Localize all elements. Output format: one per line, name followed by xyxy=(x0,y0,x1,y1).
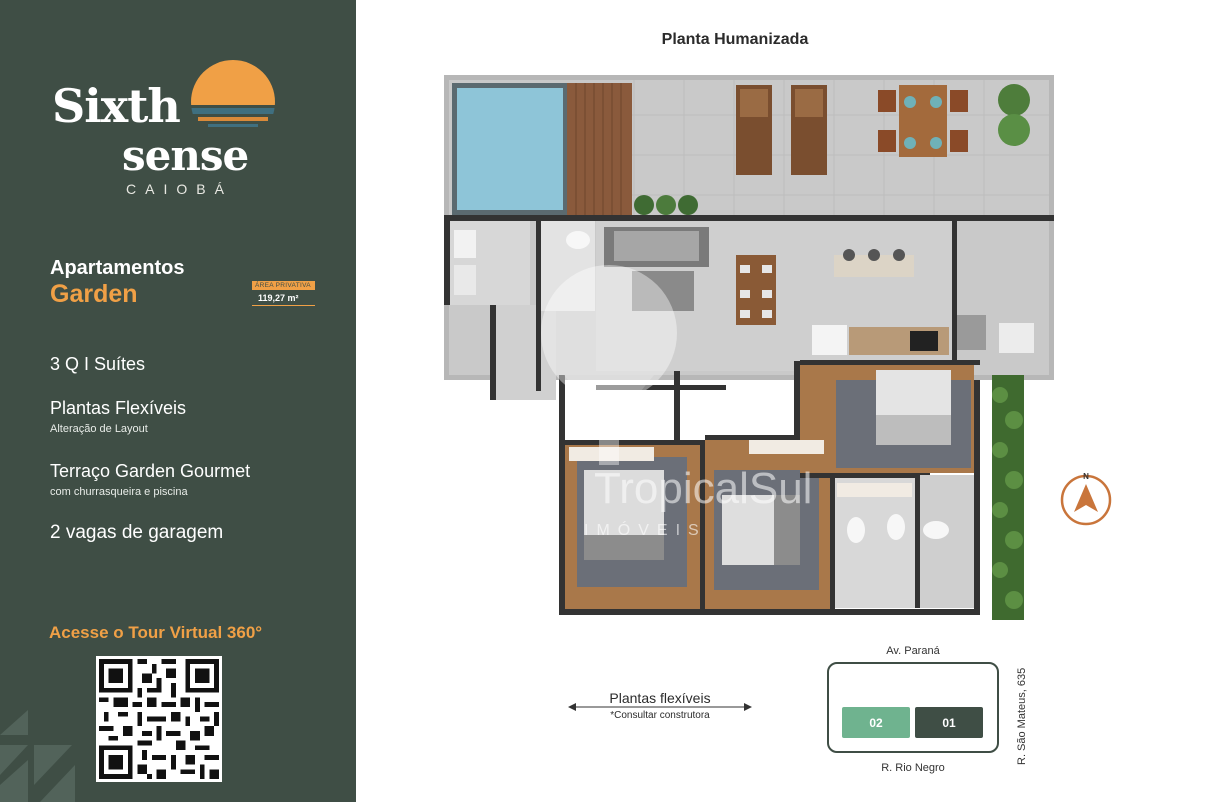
feature-parking: 2 vagas de garagem xyxy=(50,522,223,544)
area-value: 119,27 m² xyxy=(252,290,315,306)
feature-title: 2 vagas de garagem xyxy=(50,522,224,543)
qr-code[interactable] xyxy=(96,656,222,782)
logo: Sixth sense CAIOBÁ xyxy=(50,55,290,205)
unit-02-block: 02 xyxy=(842,707,910,738)
feature-detail: Alteração de Layout xyxy=(50,423,148,435)
feature-garden-terrace: Terraço Garden Gourmet com churrasqueira… xyxy=(50,461,250,498)
flexible-plans-footnote: *Consultar construtora xyxy=(610,710,710,721)
street-label-top: Av. Paraná xyxy=(886,645,940,657)
street-label-bottom: R. Rio Negro xyxy=(881,762,945,774)
flexible-plans-note: Plantas flexíveis *Consultar construtora xyxy=(568,690,752,730)
sidebar-panel: Sixth sense CAIOBÁ Apartamentos Garden Á… xyxy=(0,0,356,802)
area-badge: ÁREA PRIVATIVA 119,27 m² xyxy=(252,281,315,306)
compass-letter: N xyxy=(1083,472,1089,481)
watermark-subtext: IMÓVEIS xyxy=(584,520,707,539)
feature-suites: 3 Q I Suítes xyxy=(50,354,145,375)
plan-title: Planta Humanizada xyxy=(661,31,809,48)
logo-city: CAIOBÁ xyxy=(126,181,233,197)
qr-code-icon xyxy=(99,659,219,779)
brochure-page: Sixth sense CAIOBÁ Apartamentos Garden Á… xyxy=(0,0,1207,802)
feature-detail: com churrasqueira e piscina xyxy=(50,486,188,498)
watermark-text: TropicalSul xyxy=(594,464,812,513)
logo-word-1: Sixth xyxy=(52,79,181,133)
logo-word-2: sense xyxy=(122,131,249,180)
decorative-pattern-icon xyxy=(0,710,75,802)
north-compass-icon: N xyxy=(1060,472,1112,526)
feature-title: 3 Q I Suítes xyxy=(50,354,146,374)
area-label: ÁREA PRIVATIVA xyxy=(252,281,315,290)
feature-title: Terraço Garden Gourmet xyxy=(50,461,251,481)
feature-title: Plantas Flexíveis xyxy=(50,398,187,418)
feature-flexible-plans: Plantas Flexíveis Alteração de Layout xyxy=(50,398,186,435)
floor-plan: TropicalSul IMÓVEIS xyxy=(444,75,1054,620)
apartment-subtitle: Garden xyxy=(50,280,138,308)
virtual-tour-label: Acesse o Tour Virtual 360° xyxy=(49,623,263,642)
unit-01-block: 01 xyxy=(915,707,983,738)
street-label-side: R. São Mateus, 635 xyxy=(1016,667,1028,765)
apartment-title: Apartamentos xyxy=(50,257,185,279)
